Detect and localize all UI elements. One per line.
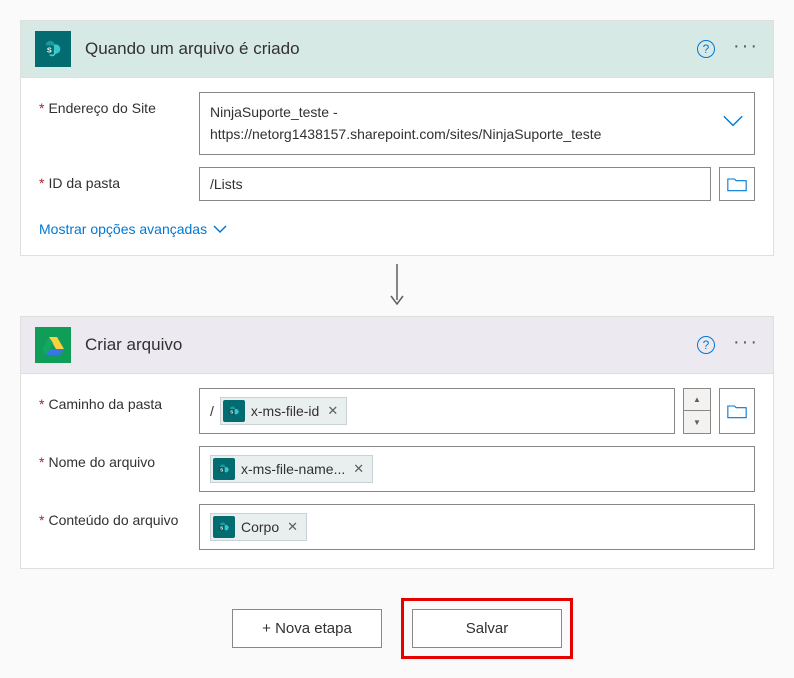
site-address-label: *Endereço do Site xyxy=(39,92,189,116)
path-prefix: / xyxy=(210,403,214,419)
token-body[interactable]: S Corpo ✕ xyxy=(210,513,307,541)
folder-picker-button[interactable] xyxy=(719,388,755,434)
file-name-label: *Nome do arquivo xyxy=(39,446,189,470)
googledrive-icon xyxy=(35,327,71,363)
show-advanced-link[interactable]: Mostrar opções avançadas xyxy=(39,221,227,237)
more-menu-icon[interactable]: ··· xyxy=(733,332,759,358)
footer-actions: + Nova etapa Salvar xyxy=(20,569,774,658)
svg-text:S: S xyxy=(220,525,223,530)
action-title: Criar arquivo xyxy=(85,335,697,355)
token-label: x-ms-file-id xyxy=(251,403,319,419)
folder-path-label: *Caminho da pasta xyxy=(39,388,189,412)
folder-id-label: *ID da pasta xyxy=(39,167,189,191)
file-name-input[interactable]: S x-ms-file-name... ✕ xyxy=(199,446,755,492)
folder-path-input[interactable]: / S x-ms-file-id ✕ xyxy=(199,388,675,434)
help-icon[interactable]: ? xyxy=(697,336,715,354)
trigger-title: Quando um arquivo é criado xyxy=(85,39,697,59)
flow-arrow xyxy=(20,256,774,316)
token-label: Corpo xyxy=(241,519,279,535)
chevron-down-icon[interactable] xyxy=(722,112,744,134)
action-body: *Caminho da pasta / S x-ms-file-id ✕ xyxy=(21,374,773,568)
file-content-label: *Conteúdo do arquivo xyxy=(39,504,189,528)
number-stepper[interactable]: ▲ ▼ xyxy=(683,388,711,434)
sharepoint-icon: S xyxy=(35,31,71,67)
token-remove-icon[interactable]: ✕ xyxy=(285,519,300,535)
chevron-down-icon xyxy=(213,224,227,234)
site-url-text: https://netorg1438157.sharepoint.com/sit… xyxy=(210,123,714,145)
token-remove-icon[interactable]: ✕ xyxy=(351,461,366,477)
token-file-id[interactable]: S x-ms-file-id ✕ xyxy=(220,397,347,425)
stepper-down-icon[interactable]: ▼ xyxy=(684,411,710,433)
file-content-input[interactable]: S Corpo ✕ xyxy=(199,504,755,550)
sharepoint-token-icon: S xyxy=(223,400,245,422)
stepper-up-icon[interactable]: ▲ xyxy=(684,389,710,412)
site-name-text: NinjaSuporte_teste - xyxy=(210,101,714,123)
trigger-header[interactable]: S Quando um arquivo é criado ? ··· xyxy=(21,21,773,78)
trigger-card: S Quando um arquivo é criado ? ··· *Ende… xyxy=(20,20,774,256)
sharepoint-token-icon: S xyxy=(213,458,235,480)
svg-text:S: S xyxy=(47,46,52,55)
new-step-button[interactable]: + Nova etapa xyxy=(232,609,382,648)
svg-text:S: S xyxy=(220,467,223,472)
svg-text:S: S xyxy=(230,409,233,414)
folder-id-value: /Lists xyxy=(210,176,243,192)
save-button[interactable]: Salvar xyxy=(412,609,562,648)
trigger-body: *Endereço do Site NinjaSuporte_teste - h… xyxy=(21,78,773,255)
folder-id-input[interactable]: /Lists xyxy=(199,167,711,201)
sharepoint-token-icon: S xyxy=(213,516,235,538)
help-icon[interactable]: ? xyxy=(697,40,715,58)
token-file-name[interactable]: S x-ms-file-name... ✕ xyxy=(210,455,373,483)
site-address-dropdown[interactable]: NinjaSuporte_teste - https://netorg14381… xyxy=(199,92,755,155)
token-label: x-ms-file-name... xyxy=(241,461,345,477)
token-remove-icon[interactable]: ✕ xyxy=(325,403,340,419)
action-header[interactable]: Criar arquivo ? ··· xyxy=(21,317,773,374)
folder-picker-button[interactable] xyxy=(719,167,755,201)
more-menu-icon[interactable]: ··· xyxy=(733,36,759,62)
action-card: Criar arquivo ? ··· *Caminho da pasta / … xyxy=(20,316,774,569)
